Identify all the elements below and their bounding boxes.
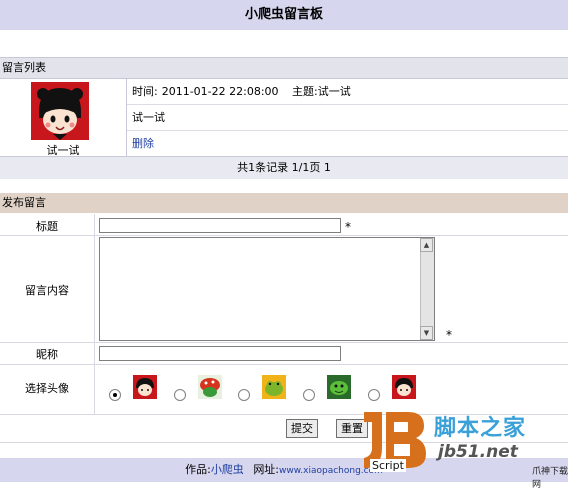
form-divider xyxy=(0,342,568,343)
frog-avatar-icon[interactable] xyxy=(262,375,286,399)
pucca-avatar-icon[interactable] xyxy=(392,375,416,399)
message-content: 试一试 xyxy=(132,111,165,124)
content-textarea[interactable] xyxy=(99,237,435,341)
avatar-radio-2[interactable] xyxy=(174,389,186,401)
watermark-url: jb51.net xyxy=(438,442,518,462)
turtle-avatar-icon[interactable] xyxy=(327,375,351,399)
message-time: 2011-01-22 22:08:00 xyxy=(161,85,279,98)
watermark-script: Script xyxy=(370,459,406,472)
mushroom-avatar-icon[interactable] xyxy=(198,375,222,399)
message-subject: 试一试 xyxy=(317,85,351,98)
pucca-avatar-icon[interactable] xyxy=(133,375,157,399)
post-section-title: 发布留言 xyxy=(2,196,46,209)
footer-author-prefix: 作品: xyxy=(185,463,211,476)
avatar-choice-label: 选择头像 xyxy=(25,382,69,395)
delete-link[interactable]: 删除 xyxy=(132,137,154,150)
submit-button[interactable]: 提交 xyxy=(286,419,318,438)
page-title: 小爬虫留言板 xyxy=(244,7,323,22)
title-input[interactable] xyxy=(99,218,341,233)
nickname-label: 昵称 xyxy=(36,348,58,361)
message-content-row: 试一试 xyxy=(127,105,568,131)
pager: 共1条记录 1/1页 1 xyxy=(0,157,568,179)
avatar-radio-1[interactable] xyxy=(109,389,121,401)
message-author: 试一试 xyxy=(46,144,80,157)
form-column-divider xyxy=(94,214,95,414)
scroll-down-icon[interactable]: ▼ xyxy=(420,326,433,340)
avatar-radio-4[interactable] xyxy=(303,389,315,401)
post-section-header: 发布留言 xyxy=(0,193,568,213)
title-required-mark: * xyxy=(345,220,351,234)
time-label: 时间: xyxy=(132,85,158,98)
content-label: 留言内容 xyxy=(25,284,69,297)
form-divider xyxy=(0,364,568,365)
message-meta-row: 时间: 2011-01-22 22:08:00 主题:试一试 xyxy=(127,79,568,105)
list-section-header: 留言列表 xyxy=(0,57,568,79)
avatar-radio-3[interactable] xyxy=(238,389,250,401)
content-scrollbar[interactable] xyxy=(420,238,434,339)
watermark-cn: 脚本之家 xyxy=(434,416,527,441)
list-section-title: 留言列表 xyxy=(2,61,46,74)
content-required-mark: * xyxy=(446,328,452,342)
avatar-radio-5[interactable] xyxy=(368,389,380,401)
subject-label: 主题: xyxy=(292,85,318,98)
watermark-small: 爪神下载网 xyxy=(532,467,568,490)
message-actions-row: 删除 xyxy=(127,131,568,156)
title-label: 标题 xyxy=(36,220,58,233)
form-divider xyxy=(0,235,568,236)
footer-site-prefix: 网址: xyxy=(253,463,280,476)
scroll-up-icon[interactable]: ▲ xyxy=(420,238,433,252)
footer-author-link[interactable]: 小爬虫 xyxy=(211,463,244,476)
nickname-input[interactable] xyxy=(99,346,341,361)
pucca-avatar-icon xyxy=(31,82,89,140)
